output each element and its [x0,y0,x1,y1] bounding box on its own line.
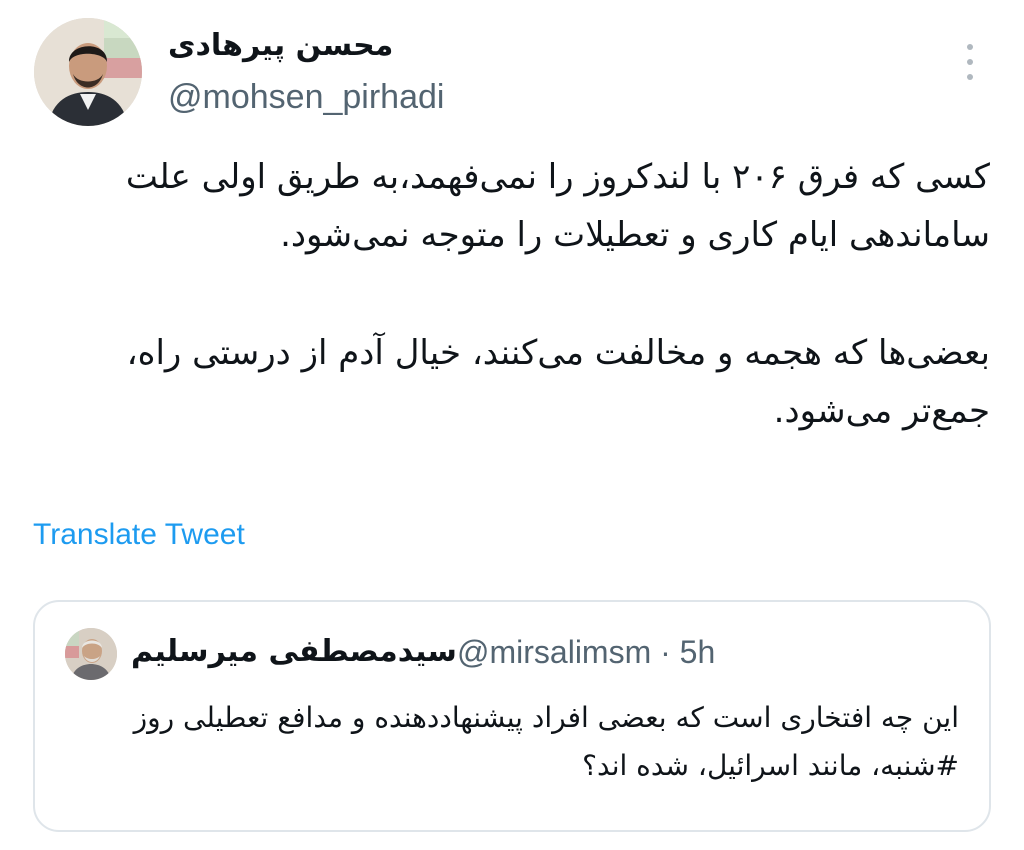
tweet-page: محسن پیرهادی @mohsen_pirhadi کسی که فرق … [0,0,1024,850]
author-display-name[interactable]: محسن پیرهادی [168,28,393,63]
translate-tweet-link[interactable]: Translate Tweet [33,518,245,552]
quoted-tweet-paragraph: این چه افتخاری است که بعضی افراد پیشنهاد… [133,701,959,782]
more-vertical-icon[interactable] [956,40,984,84]
quoted-author-handle-time: @mirsalimsm · 5h [457,634,716,670]
tweet-text: کسی که فرق ۲۰۶ با لندکروز را نمی‌فهمد،به… [30,148,990,440]
quoted-author-avatar[interactable] [65,628,117,680]
quoted-tweet-header: سیدمصطفی میرسلیم @mirsalimsm · 5h [35,624,989,684]
quoted-tweet-text: این چه افتخاری است که بعضی افراد پیشنهاد… [69,694,959,790]
author-handle[interactable]: @mohsen_pirhadi [168,78,444,117]
tweet-paragraph-2: بعضی‌ها که هجمه و مخالفت می‌کنند، خیال آ… [126,333,990,431]
more-dot [967,44,973,50]
more-dot [967,59,973,65]
quoted-author-display-name[interactable]: سیدمصطفی میرسلیم [131,634,457,669]
tweet-paragraph-1: کسی که فرق ۲۰۶ با لندکروز را نمی‌فهمد،به… [125,157,990,255]
author-avatar[interactable] [34,18,142,126]
quoted-tweet-card[interactable]: سیدمصطفی میرسلیم @mirsalimsm · 5h این چه… [33,600,991,832]
more-dot [967,74,973,80]
